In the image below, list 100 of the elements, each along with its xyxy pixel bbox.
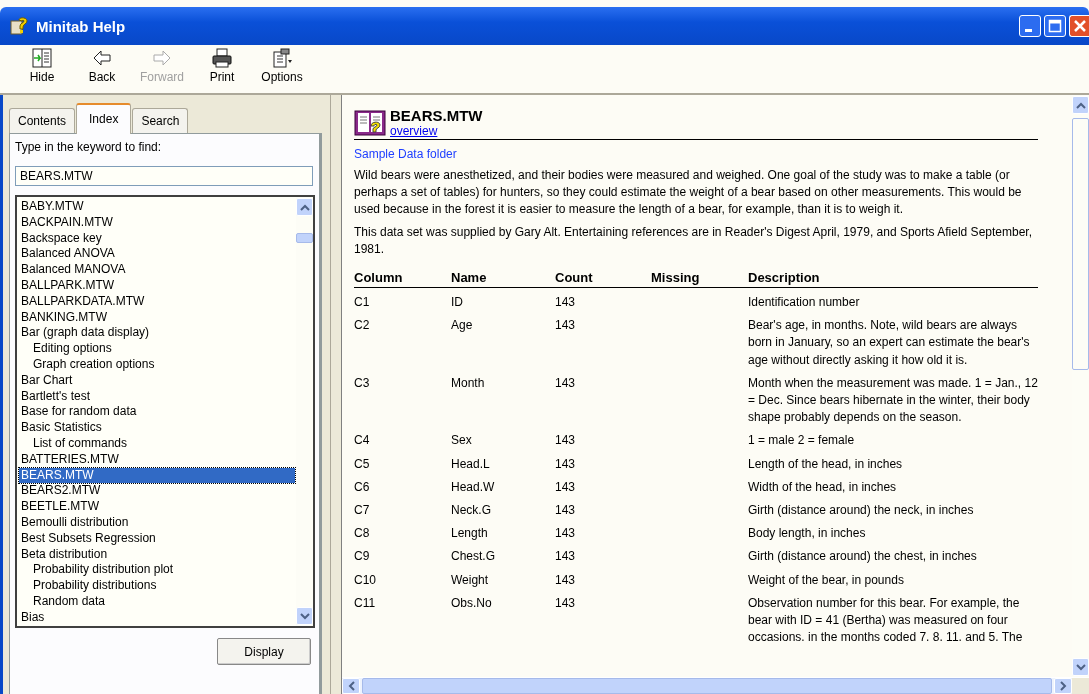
table-cell-text: Length of the head, in inches: [748, 455, 904, 473]
minimize-icon: [1025, 28, 1032, 32]
index-item[interactable]: Probability distribution plot: [19, 562, 295, 579]
scroll-down-icon[interactable]: [296, 607, 313, 625]
index-item[interactable]: Beta distribution: [19, 546, 295, 563]
table-cell-text: Observation number for this bear. For example, the bear with ID = 41 (Bertha) was measured on four occasions. in the months coded 7. 8. 11. and 5. The: [748, 594, 1024, 647]
index-item[interactable]: Best Subsets Regression: [19, 530, 295, 547]
index-item[interactable]: Graph creation options: [19, 356, 295, 373]
index-item[interactable]: BATTERIES.MTW: [19, 451, 295, 468]
table-cell-text: 1 = male 2 = female: [748, 432, 856, 450]
table-cell-text: Weight: [451, 571, 490, 589]
index-item[interactable]: BEETLE.MTW: [19, 499, 295, 515]
minimize-button[interactable]: [1019, 15, 1041, 37]
keyword-field[interactable]: BEARS.MTW: [15, 166, 313, 186]
index-item[interactable]: Bartlett's test: [19, 388, 295, 405]
tab[interactable]: Index: [76, 103, 132, 134]
table-cell-text: Month: [451, 374, 486, 392]
scroll-up-icon[interactable]: [296, 198, 313, 216]
scrollbar-corner: [1072, 678, 1089, 694]
table-cell-text: C3: [354, 374, 371, 392]
keyword-label: Type in the keyword to find:: [15, 140, 162, 154]
table-cell-text: C11: [354, 594, 377, 612]
table-cell-text: C10: [354, 571, 377, 589]
help-icon: [10, 17, 30, 35]
scrollbar[interactable]: [1072, 95, 1089, 677]
index-item[interactable]: Bias: [19, 609, 295, 626]
scroll-down-icon[interactable]: [1072, 658, 1089, 676]
table-cell-text: Neck.G: [451, 502, 492, 520]
column-header: Column: [354, 270, 404, 287]
table-cell-text: C7: [354, 502, 371, 520]
table-cell-text: C6: [354, 478, 371, 496]
index-item[interactable]: Random data: [19, 593, 295, 610]
table-cell-text: 143: [555, 374, 577, 392]
table-cell-text: Bear's age, in months. Note, wild bears are always born in January, so an expert can estimate the bear's age without directly asking it how old it is.: [748, 317, 1031, 369]
scroll-right-icon[interactable]: [1054, 678, 1072, 694]
index-item[interactable]: List of commands: [19, 435, 295, 452]
table-cell-text: Obs.No: [451, 594, 493, 612]
sample-data-link[interactable]: Sample Data folder: [354, 147, 457, 161]
index-item[interactable]: Editing options: [19, 341, 295, 357]
index-item[interactable]: Bar Chart: [19, 372, 295, 389]
column-header: Count: [555, 270, 594, 287]
table-cell-text: Weight of the bear, in pounds: [748, 571, 905, 589]
index-item[interactable]: Bemoulli distribution: [19, 514, 295, 531]
scroll-up-icon[interactable]: [1072, 96, 1089, 114]
window-title: Minitab Help: [36, 17, 126, 35]
table-cell-text: Width of the head, in inches: [748, 478, 898, 496]
index-item[interactable]: BACKPAIN.MTW: [19, 214, 295, 231]
table-cell-text: Length: [451, 525, 489, 543]
column-header: Description: [748, 270, 821, 287]
back-button[interactable]: Back: [76, 47, 128, 84]
index-item[interactable]: Probability distributions: [19, 578, 295, 594]
table-cell-text: C8: [354, 525, 371, 543]
table-cell-text: 143: [555, 525, 577, 543]
display-button[interactable]: Display: [217, 638, 311, 665]
column-header: Name: [451, 270, 488, 287]
table-cell-text: 143: [555, 502, 577, 520]
paragraph: Wild bears were anesthetized, and their bodies were measured and weighed. One goal of the study was to make a table (or perhaps a set of tables) for hunters, so they could estimate the weight of a bear based on other measurements. This would be used because in the forest it is easier to measure the length of a bear, for example, than it is to weigh it.: [354, 167, 1023, 218]
table-cell-text: 143: [555, 548, 577, 566]
index-item[interactable]: BALLPARKDATA.MTW: [19, 293, 295, 310]
index-item[interactable]: Base for random data: [19, 404, 295, 421]
index-item[interactable]: Basic Statistics: [19, 420, 295, 436]
tab[interactable]: Search: [132, 108, 189, 133]
table-cell-text: C4: [354, 432, 371, 450]
table-cell-text: Identification number: [748, 294, 861, 311]
index-item[interactable]: Backspace key: [19, 230, 295, 247]
table-cell-text: Girth (distance around) the chest, in inches: [748, 548, 978, 566]
table-cell-text: ID: [451, 294, 464, 311]
table-cell-text: C1: [354, 294, 371, 311]
maximize-icon: [1048, 19, 1062, 33]
table-cell-text: Age: [451, 317, 474, 335]
table-cell-text: C9: [354, 548, 371, 566]
hide-button[interactable]: Hide: [16, 47, 68, 84]
close-button[interactable]: [1069, 15, 1089, 37]
table-cell-text: Month when the measurement was made. 1 = Jan., 12 = Dec. Since bears hibernate in the winter, their body shape probably depends on the season.: [748, 374, 1038, 427]
index-item[interactable]: Balanced ANOVA: [19, 246, 295, 263]
index-item[interactable]: BANKING.MTW: [19, 309, 295, 326]
index-item[interactable]: BABY.MTW: [19, 199, 295, 215]
overview-link[interactable]: overview: [390, 124, 438, 138]
table-cell-text: Head.W: [451, 478, 496, 496]
scroll-left-icon[interactable]: [342, 678, 360, 694]
index-item[interactable]: Balanced MANOVA: [19, 262, 295, 278]
table-cell-text: Body length, in inches: [748, 525, 867, 543]
index-item[interactable]: Bar (graph data display): [19, 325, 295, 342]
close-icon: [1072, 19, 1087, 33]
table-cell-text: Chest.G: [451, 548, 496, 566]
table-cell-text: Head.L: [451, 455, 491, 473]
table-cell-text: 143: [555, 294, 577, 311]
scroll-thumb[interactable]: [296, 233, 313, 243]
index-item[interactable]: BEARS2.MTW: [19, 483, 295, 500]
scroll-thumb[interactable]: [1072, 118, 1089, 370]
table-cell-text: 143: [555, 594, 577, 612]
print-button[interactable]: Print: [196, 47, 248, 84]
tab[interactable]: Contents: [9, 108, 76, 133]
maximize-button[interactable]: [1044, 15, 1066, 37]
scrollbar[interactable]: [296, 197, 313, 626]
options-button[interactable]: Options: [256, 47, 308, 84]
table-cell-text: Girth (distance around) the neck, in inches: [748, 502, 975, 520]
index-item[interactable]: BALLPARK.MTW: [19, 278, 295, 294]
table-cell-text: 143: [555, 455, 577, 473]
index-item[interactable]: BEARS.MTW: [19, 467, 295, 484]
